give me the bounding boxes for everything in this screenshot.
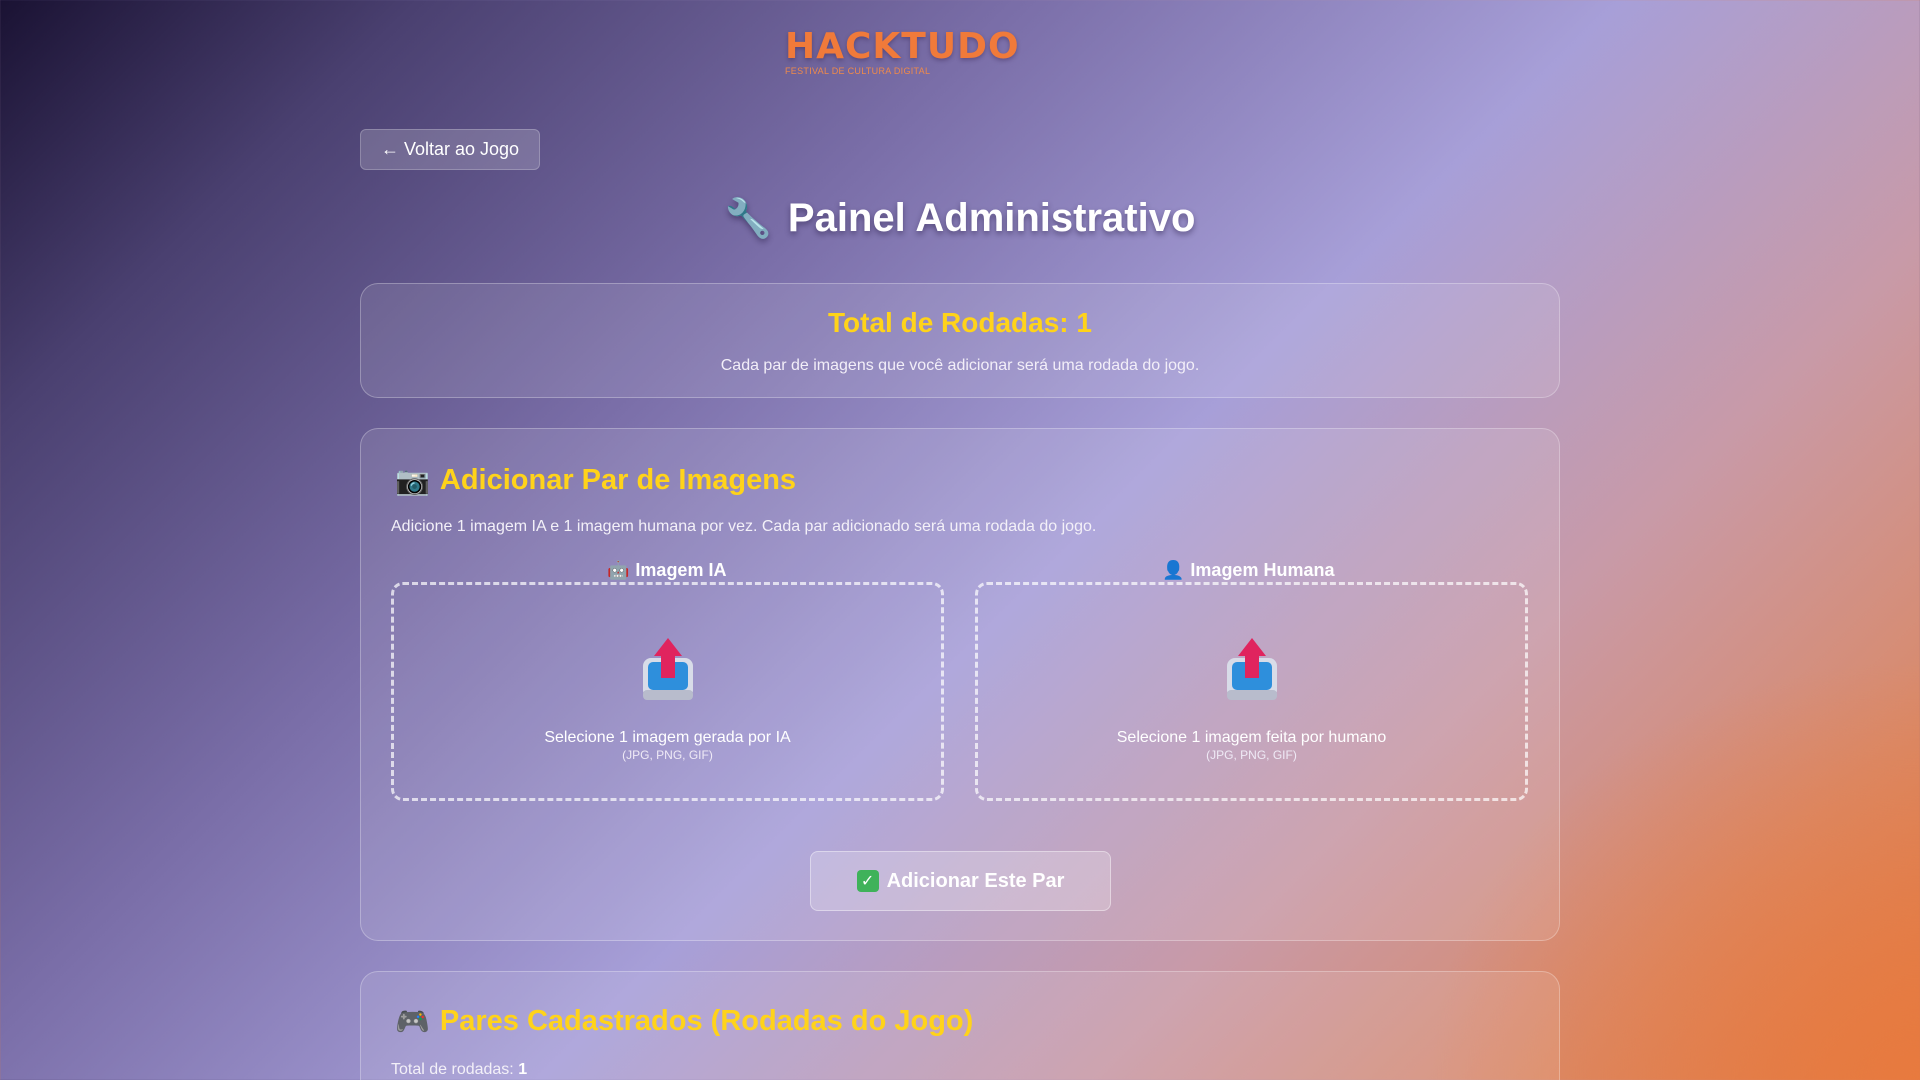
registered-pairs-count-label: Total de rodadas:	[391, 1061, 519, 1078]
logo-tagline: FESTIVAL DE CULTURA DIGITAL	[785, 66, 931, 76]
robot-icon: 🤖	[607, 560, 630, 580]
ai-image-dropzone[interactable]: Selecione 1 imagem gerada por IA (JPG, P…	[391, 582, 944, 801]
add-pair-card: 📷 Adicionar Par de Imagens Adicione 1 im…	[360, 428, 1560, 941]
gamepad-icon: 🎮	[395, 1006, 430, 1037]
ai-image-prompt: Selecione 1 imagem gerada por IA	[544, 729, 791, 746]
total-rounds-label: Total de Rodadas:	[828, 307, 1077, 338]
human-image-dropzone[interactable]: Selecione 1 imagem feita por humano (JPG…	[975, 582, 1528, 801]
add-pair-title: Adicionar Par de Imagens	[439, 464, 797, 496]
wrench-icon: 🔧	[724, 197, 772, 240]
page-title-text: Painel Administrativo	[787, 196, 1196, 240]
registered-pairs-title: Pares Cadastrados (Rodadas do Jogo)	[439, 1005, 974, 1037]
ai-image-formats: (JPG, PNG, GIF)	[622, 748, 713, 762]
page-title: 🔧 Painel Administrativo	[0, 196, 1920, 241]
human-image-label-text: Imagem Humana	[1190, 560, 1335, 580]
human-image-formats: (JPG, PNG, GIF)	[1206, 748, 1297, 762]
camera-icon: 📷	[395, 465, 430, 496]
upload-icon	[643, 638, 693, 700]
registered-pairs-count: Total de rodadas: 1	[391, 1061, 527, 1079]
add-pair-description: Adicione 1 imagem IA e 1 imagem humana p…	[391, 518, 1097, 535]
upload-icon	[1227, 638, 1277, 700]
stats-description: Cada par de imagens que você adicionar s…	[720, 357, 1200, 374]
total-rounds-value: 1	[1076, 307, 1092, 338]
registered-pairs-card: 🎮 Pares Cadastrados (Rodadas do Jogo) To…	[360, 971, 1560, 1080]
total-rounds-heading: Total de Rodadas: 1	[361, 307, 1559, 339]
stats-card: Total de Rodadas: 1 Cada par de imagens …	[360, 283, 1560, 398]
registered-pairs-heading: 🎮 Pares Cadastrados (Rodadas do Jogo)	[395, 1005, 973, 1038]
back-to-game-button[interactable]: ← Voltar ao Jogo	[360, 129, 540, 170]
add-pair-button[interactable]: ✓ Adicionar Este Par	[810, 851, 1111, 911]
human-image-label: 👤 Imagem Humana	[1162, 560, 1334, 581]
person-icon: 👤	[1162, 560, 1185, 580]
human-image-prompt: Selecione 1 imagem feita por humano	[1116, 729, 1387, 746]
add-pair-button-label: Adicionar Este Par	[886, 869, 1065, 892]
check-icon: ✓	[856, 870, 879, 892]
ai-image-label-text: Imagem IA	[635, 560, 727, 580]
ai-image-label: 🤖 Imagem IA	[607, 560, 726, 581]
registered-pairs-count-value: 1	[518, 1061, 528, 1078]
add-pair-heading: 📷 Adicionar Par de Imagens	[395, 464, 796, 497]
logo: HACKTUDO	[785, 26, 1020, 67]
